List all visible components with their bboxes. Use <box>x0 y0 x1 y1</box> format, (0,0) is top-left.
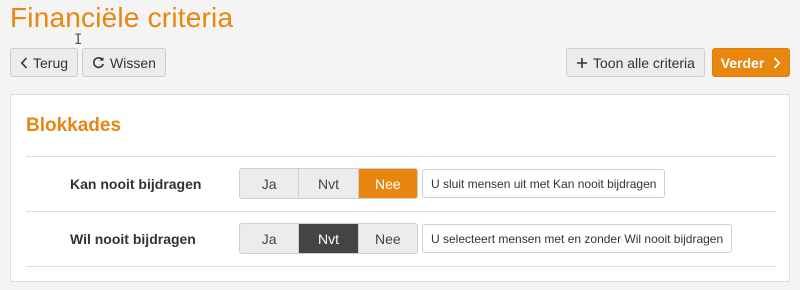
option-nvt-button[interactable]: Nvt <box>299 224 359 253</box>
text-cursor-icon: I <box>74 32 83 48</box>
back-button-label: Terug <box>33 54 69 71</box>
option-toggle-group: Ja Nvt Nee <box>239 223 418 254</box>
blokkades-card: Blokkades Kan nooit bijdragen Ja Nvt Nee… <box>10 94 790 282</box>
option-nee-button[interactable]: Nee <box>358 224 417 253</box>
back-button[interactable]: Terug <box>10 48 79 77</box>
divider <box>26 211 776 212</box>
clear-button[interactable]: Wissen <box>82 48 166 77</box>
refresh-icon <box>92 56 105 69</box>
section-title: Blokkades <box>26 115 122 136</box>
divider <box>26 156 776 157</box>
chevron-right-icon <box>773 56 781 69</box>
option-ja-button[interactable]: Ja <box>240 169 300 198</box>
plus-icon <box>576 57 588 69</box>
page-title: Financiële criteria <box>10 2 234 33</box>
criterion-hint: U sluit mensen uit met Kan nooit bijdrag… <box>422 169 666 198</box>
show-all-criteria-button[interactable]: Toon alle criteria <box>566 48 705 77</box>
criterion-label: Kan nooit bijdragen <box>70 176 202 192</box>
divider <box>26 266 776 267</box>
next-button-label: Verder <box>720 54 765 71</box>
next-button[interactable]: Verder <box>712 48 790 77</box>
chevron-left-icon <box>20 56 28 69</box>
option-nee-button[interactable]: Nee <box>358 169 417 198</box>
criterion-hint: U selecteert mensen met en zonder Wil no… <box>422 224 733 253</box>
clear-button-label: Wissen <box>110 54 156 71</box>
show-all-criteria-label: Toon alle criteria <box>593 54 695 71</box>
option-toggle-group: Ja Nvt Nee <box>239 168 418 199</box>
criterion-label: Wil nooit bijdragen <box>70 231 196 247</box>
option-nvt-button[interactable]: Nvt <box>299 169 359 198</box>
option-ja-button[interactable]: Ja <box>240 224 300 253</box>
